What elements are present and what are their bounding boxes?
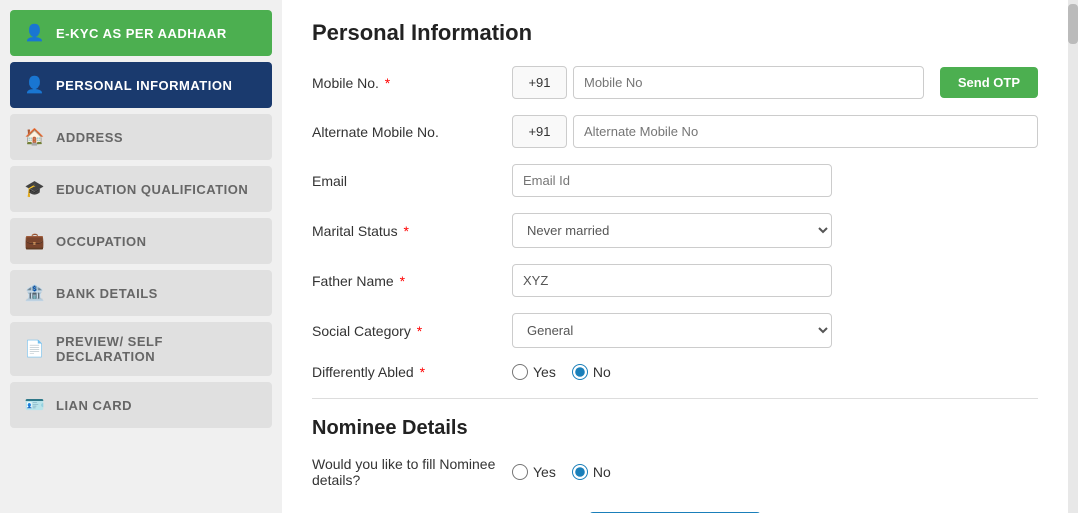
sidebar-item-lian-label: LIAN CARD bbox=[56, 398, 132, 413]
email-control bbox=[512, 164, 832, 197]
sidebar-item-preview[interactable]: 📄 PREVIEW/ SELF DECLARATION bbox=[10, 322, 272, 376]
email-row: Email bbox=[312, 164, 1038, 197]
ekyc-icon: 👤 bbox=[24, 22, 46, 44]
alt-mobile-group: +91 bbox=[512, 115, 1038, 148]
personal-icon: 👤 bbox=[24, 74, 46, 96]
differently-abled-yes-label[interactable]: Yes bbox=[512, 364, 556, 380]
sidebar-item-preview-label: PREVIEW/ SELF DECLARATION bbox=[56, 334, 258, 364]
page-title: Personal Information bbox=[312, 20, 1038, 46]
nominee-yes-label[interactable]: Yes bbox=[512, 464, 556, 480]
nominee-row: Would you like to fill Nominee details? … bbox=[312, 456, 1038, 488]
sidebar-item-bank[interactable]: 🏦 BANK DETAILS bbox=[10, 270, 272, 316]
mobile-input[interactable] bbox=[573, 66, 924, 99]
nominee-radio-group: Yes No bbox=[512, 464, 611, 480]
father-input[interactable] bbox=[512, 264, 832, 297]
section-divider bbox=[312, 398, 1038, 399]
alt-mobile-input[interactable] bbox=[573, 115, 1038, 148]
scrollbar-track[interactable] bbox=[1068, 0, 1078, 513]
bank-icon: 🏦 bbox=[24, 282, 46, 304]
sidebar-item-education-label: EDUCATION QUALIFICATION bbox=[56, 182, 248, 197]
sidebar-item-personal-label: PERSONAL INFORMATION bbox=[56, 78, 232, 93]
nominee-no-label[interactable]: No bbox=[572, 464, 611, 480]
differently-abled-no-label[interactable]: No bbox=[572, 364, 611, 380]
social-label: Social Category * bbox=[312, 323, 512, 339]
differently-abled-no-radio[interactable] bbox=[572, 364, 588, 380]
differently-abled-row: Differently Abled * Yes No bbox=[312, 364, 1038, 380]
lian-icon: 🪪 bbox=[24, 394, 46, 416]
occupation-icon: 💼 bbox=[24, 230, 46, 252]
nominee-no-radio[interactable] bbox=[572, 464, 588, 480]
marital-select[interactable]: Never married Married Divorced Widowed bbox=[512, 213, 832, 248]
marital-label: Marital Status * bbox=[312, 223, 512, 239]
main-content: Personal Information Mobile No. * +91 Se… bbox=[282, 0, 1068, 513]
education-icon: 🎓 bbox=[24, 178, 46, 200]
marital-row: Marital Status * Never married Married D… bbox=[312, 213, 1038, 248]
alt-mobile-label: Alternate Mobile No. bbox=[312, 124, 512, 140]
nominee-section-title: Nominee Details bbox=[312, 417, 1038, 440]
sidebar-item-bank-label: BANK DETAILS bbox=[56, 286, 158, 301]
sidebar-item-occupation[interactable]: 💼 OCCUPATION bbox=[10, 218, 272, 264]
mobile-group: +91 Send OTP bbox=[512, 66, 1038, 99]
mobile-label: Mobile No. * bbox=[312, 75, 512, 91]
email-label: Email bbox=[312, 173, 512, 189]
social-control: General OBC SC ST bbox=[512, 313, 832, 348]
social-row: Social Category * General OBC SC ST bbox=[312, 313, 1038, 348]
differently-abled-label: Differently Abled * bbox=[312, 364, 512, 380]
send-otp-button[interactable]: Send OTP bbox=[940, 67, 1038, 98]
alt-mobile-row: Alternate Mobile No. +91 bbox=[312, 115, 1038, 148]
sidebar: 👤 E-KYC AS PER AADHAAR 👤 PERSONAL INFORM… bbox=[0, 0, 282, 513]
differently-abled-yes-radio[interactable] bbox=[512, 364, 528, 380]
alt-mobile-country-code: +91 bbox=[512, 115, 567, 148]
sidebar-item-address-label: ADDRESS bbox=[56, 130, 123, 145]
marital-control: Never married Married Divorced Widowed bbox=[512, 213, 832, 248]
sidebar-item-ekyc-label: E-KYC AS PER AADHAAR bbox=[56, 26, 227, 41]
mobile-country-code: +91 bbox=[512, 66, 567, 99]
mobile-row: Mobile No. * +91 Send OTP bbox=[312, 66, 1038, 99]
sidebar-item-personal[interactable]: 👤 PERSONAL INFORMATION bbox=[10, 62, 272, 108]
social-select[interactable]: General OBC SC ST bbox=[512, 313, 832, 348]
nominee-question-label: Would you like to fill Nominee details? bbox=[312, 456, 512, 488]
email-input[interactable] bbox=[512, 164, 832, 197]
sidebar-item-address[interactable]: 🏠 ADDRESS bbox=[10, 114, 272, 160]
nominee-yes-radio[interactable] bbox=[512, 464, 528, 480]
father-control bbox=[512, 264, 832, 297]
preview-icon: 📄 bbox=[24, 338, 46, 360]
sidebar-item-occupation-label: OCCUPATION bbox=[56, 234, 146, 249]
father-row: Father Name * bbox=[312, 264, 1038, 297]
father-label: Father Name * bbox=[312, 273, 512, 289]
address-icon: 🏠 bbox=[24, 126, 46, 148]
sidebar-item-education[interactable]: 🎓 EDUCATION QUALIFICATION bbox=[10, 166, 272, 212]
scrollbar-thumb[interactable] bbox=[1068, 4, 1078, 44]
sidebar-item-lian[interactable]: 🪪 LIAN CARD bbox=[10, 382, 272, 428]
differently-abled-radio-group: Yes No bbox=[512, 364, 611, 380]
sidebar-item-ekyc[interactable]: 👤 E-KYC AS PER AADHAAR bbox=[10, 10, 272, 56]
